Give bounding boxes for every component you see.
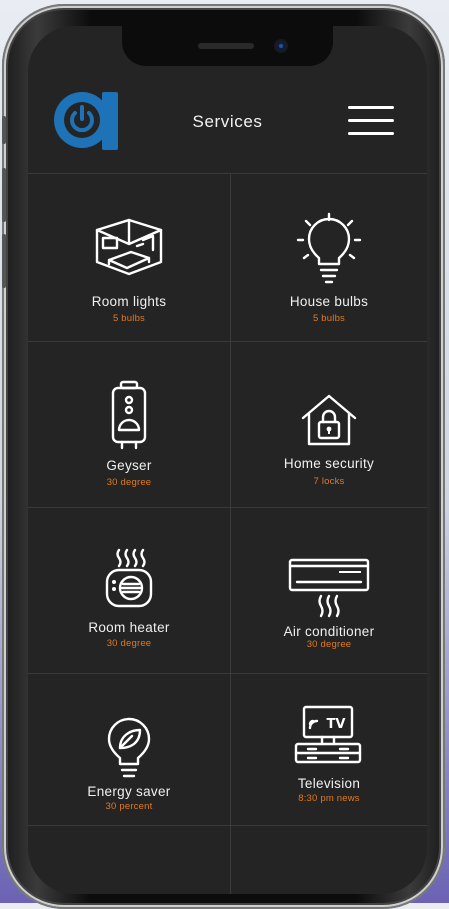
service-tile-home-security[interactable]: Home security 7 locks [231,341,427,507]
bulb-icon [296,212,362,284]
service-tile-room-lights[interactable]: Room lights 5 bulbs [28,173,231,341]
service-status: 30 degree [106,477,152,488]
phone-frame: Services Room lights 5 bulbs House bulbs… [2,4,445,909]
notch [122,26,333,66]
menu-button[interactable] [346,104,396,138]
service-tile-energy-saver[interactable]: Energy saver 30 percent [28,673,231,825]
service-status: 5 bulbs [112,313,146,324]
tv-screen-label: TV [327,717,346,732]
service-status: 30 degree [306,639,352,650]
service-title: Room lights [91,294,167,309]
air-conditioner-icon [288,558,370,618]
service-title: House bulbs [289,294,369,309]
phone-side-button [2,168,6,222]
service-tile-air-conditioner[interactable]: Air conditioner 30 degree [231,507,427,673]
phone-side-button [2,116,6,144]
speaker-grille [198,43,254,49]
service-title: Energy saver [87,784,171,799]
service-title: Television [297,776,361,791]
service-title: Room heater [88,620,170,635]
service-status: 30 degree [106,638,152,649]
front-camera [276,41,286,51]
phone-side-button [2,234,6,288]
service-title: Geyser [106,458,152,473]
service-tile-empty[interactable] [231,825,427,894]
house-lock-icon [301,394,357,446]
service-status: 7 locks [313,476,345,487]
room-icon [95,218,163,276]
leaf-bulb-icon [107,717,151,778]
geyser-icon [111,380,147,450]
service-tile-room-heater[interactable]: Room heater 30 degree [28,507,231,673]
service-tile-house-bulbs[interactable]: House bulbs 5 bulbs [231,173,427,341]
service-status: 5 bulbs [312,313,346,324]
service-tile-geyser[interactable]: Geyser 30 degree [28,341,231,507]
service-title: Home security [283,456,375,471]
service-title: Air conditioner [283,624,375,639]
service-status: 30 percent [105,801,153,812]
service-status: 8:30 pm news [298,793,360,804]
service-tile-empty[interactable] [28,825,231,894]
tv-icon: TV [294,705,362,764]
service-tile-television[interactable]: TV Television 8:30 pm news [231,673,427,825]
app-screen: Services Room lights 5 bulbs House bulbs… [28,26,427,894]
heater-icon [105,548,153,608]
